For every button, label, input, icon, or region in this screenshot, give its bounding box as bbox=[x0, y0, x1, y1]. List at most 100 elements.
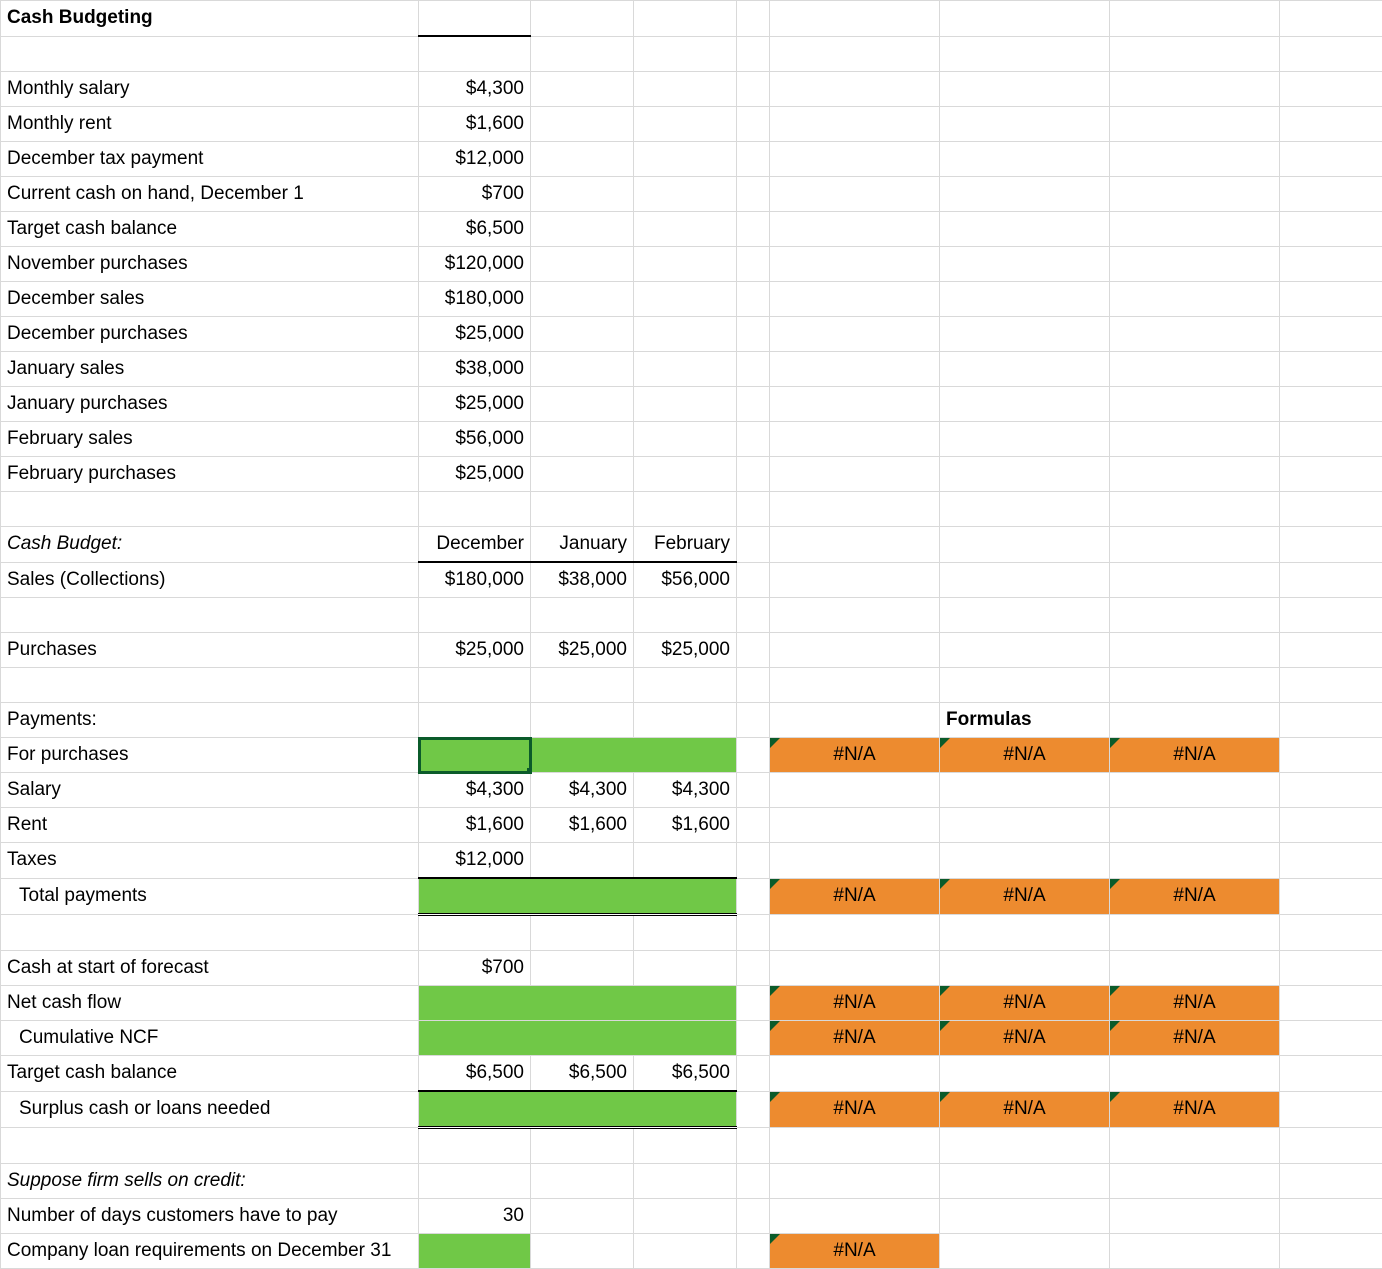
cell[interactable] bbox=[1280, 773, 1382, 808]
cell[interactable] bbox=[1280, 282, 1382, 317]
cash-start-dec[interactable]: $700 bbox=[419, 951, 531, 986]
formula-for-purchases-2[interactable]: #N/A bbox=[940, 738, 1110, 773]
cell[interactable] bbox=[940, 457, 1110, 492]
cell[interactable] bbox=[940, 668, 1110, 703]
cncf-jan[interactable] bbox=[531, 1021, 634, 1056]
cell[interactable] bbox=[634, 72, 737, 107]
cell[interactable] bbox=[1110, 808, 1280, 843]
formula-cncf-3[interactable]: #N/A bbox=[1110, 1021, 1280, 1056]
cell[interactable] bbox=[1110, 142, 1280, 177]
value-jan-purchases[interactable]: $25,000 bbox=[419, 387, 531, 422]
cell[interactable] bbox=[737, 177, 770, 212]
cell[interactable] bbox=[1110, 212, 1280, 247]
formula-ncf-3[interactable]: #N/A bbox=[1110, 986, 1280, 1021]
cell[interactable] bbox=[1280, 562, 1382, 598]
value-cash-on-hand[interactable]: $700 bbox=[419, 177, 531, 212]
formula-surplus-3[interactable]: #N/A bbox=[1110, 1091, 1280, 1128]
cell[interactable] bbox=[940, 1199, 1110, 1234]
cell[interactable] bbox=[1280, 598, 1382, 633]
cell[interactable] bbox=[419, 915, 531, 951]
cell[interactable] bbox=[634, 492, 737, 527]
cell[interactable] bbox=[531, 1128, 634, 1164]
cell[interactable] bbox=[531, 212, 634, 247]
cell[interactable] bbox=[1110, 36, 1280, 72]
cell[interactable] bbox=[770, 843, 940, 879]
cell[interactable] bbox=[531, 492, 634, 527]
salary-dec[interactable]: $4,300 bbox=[419, 773, 531, 808]
cell[interactable] bbox=[737, 317, 770, 352]
formula-total-payments-2[interactable]: #N/A bbox=[940, 878, 1110, 915]
cell[interactable] bbox=[419, 492, 531, 527]
value-dec-purchases[interactable]: $25,000 bbox=[419, 317, 531, 352]
cell[interactable] bbox=[1110, 247, 1280, 282]
cell[interactable] bbox=[634, 107, 737, 142]
total-payments-dec[interactable] bbox=[419, 878, 531, 915]
label-dec-purchases[interactable]: December purchases bbox=[1, 317, 419, 352]
salary-feb[interactable]: $4,300 bbox=[634, 773, 737, 808]
cell[interactable] bbox=[1280, 738, 1382, 773]
cell[interactable] bbox=[1, 1128, 419, 1164]
cell[interactable] bbox=[770, 703, 940, 738]
cell[interactable] bbox=[737, 808, 770, 843]
cell[interactable] bbox=[770, 212, 940, 247]
formula-for-purchases-1[interactable]: #N/A bbox=[770, 738, 940, 773]
cell[interactable] bbox=[940, 1128, 1110, 1164]
cell[interactable] bbox=[1280, 457, 1382, 492]
cell[interactable] bbox=[634, 1199, 737, 1234]
cell[interactable] bbox=[770, 668, 940, 703]
budget-heading[interactable]: Cash Budget: bbox=[1, 527, 419, 563]
rent-dec[interactable]: $1,600 bbox=[419, 808, 531, 843]
cell[interactable] bbox=[1280, 107, 1382, 142]
label-feb-sales[interactable]: February sales bbox=[1, 422, 419, 457]
label-total-payments[interactable]: Total payments bbox=[1, 878, 419, 915]
cell[interactable] bbox=[634, 177, 737, 212]
cell[interactable] bbox=[940, 843, 1110, 879]
cell[interactable] bbox=[1280, 527, 1382, 563]
cell[interactable] bbox=[1280, 177, 1382, 212]
cell[interactable] bbox=[1110, 352, 1280, 387]
formula-total-payments-3[interactable]: #N/A bbox=[1110, 878, 1280, 915]
target-jan[interactable]: $6,500 bbox=[531, 1056, 634, 1092]
label-for-purchases[interactable]: For purchases bbox=[1, 738, 419, 773]
cell[interactable] bbox=[1280, 142, 1382, 177]
cell[interactable] bbox=[770, 317, 940, 352]
surplus-feb[interactable] bbox=[634, 1091, 737, 1128]
label-nov-purchases[interactable]: November purchases bbox=[1, 247, 419, 282]
cell[interactable] bbox=[419, 1, 531, 37]
formula-ncf-2[interactable]: #N/A bbox=[940, 986, 1110, 1021]
cell[interactable] bbox=[634, 598, 737, 633]
cncf-dec[interactable] bbox=[419, 1021, 531, 1056]
cell[interactable] bbox=[770, 247, 940, 282]
for-purchases-dec[interactable] bbox=[419, 738, 531, 773]
cell[interactable] bbox=[531, 177, 634, 212]
cell[interactable] bbox=[737, 703, 770, 738]
cell[interactable] bbox=[770, 177, 940, 212]
formula-ncf-1[interactable]: #N/A bbox=[770, 986, 940, 1021]
cell[interactable] bbox=[940, 107, 1110, 142]
cell[interactable] bbox=[634, 1164, 737, 1199]
cell[interactable] bbox=[940, 422, 1110, 457]
taxes-feb[interactable] bbox=[634, 843, 737, 879]
cell[interactable] bbox=[419, 703, 531, 738]
cell[interactable] bbox=[940, 387, 1110, 422]
cell[interactable] bbox=[634, 212, 737, 247]
cell[interactable] bbox=[1280, 1199, 1382, 1234]
cell[interactable] bbox=[1110, 422, 1280, 457]
cell[interactable] bbox=[940, 951, 1110, 986]
label-jan-purchases[interactable]: January purchases bbox=[1, 387, 419, 422]
cell[interactable] bbox=[1110, 282, 1280, 317]
cell[interactable] bbox=[770, 492, 940, 527]
value-target-cash[interactable]: $6,500 bbox=[419, 212, 531, 247]
cell[interactable] bbox=[1280, 808, 1382, 843]
label-cncf[interactable]: Cumulative NCF bbox=[1, 1021, 419, 1056]
cell[interactable] bbox=[737, 387, 770, 422]
cell[interactable] bbox=[770, 107, 940, 142]
cell[interactable] bbox=[1280, 1234, 1382, 1269]
cell[interactable] bbox=[531, 142, 634, 177]
cell[interactable] bbox=[737, 212, 770, 247]
loan-req-value[interactable] bbox=[419, 1234, 531, 1269]
month-feb[interactable]: February bbox=[634, 527, 737, 563]
formula-surplus-2[interactable]: #N/A bbox=[940, 1091, 1110, 1128]
cell[interactable] bbox=[1110, 562, 1280, 598]
cell[interactable] bbox=[1110, 457, 1280, 492]
